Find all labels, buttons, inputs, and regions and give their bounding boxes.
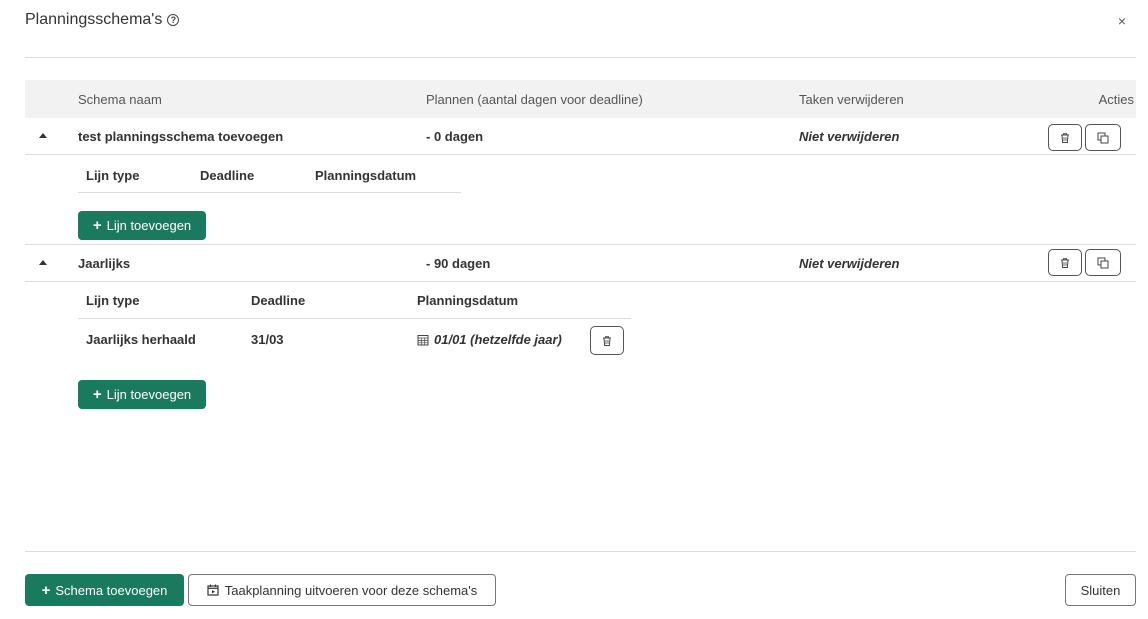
schema-name: Jaarlijks [78,256,131,271]
plus-icon: + [92,386,102,403]
table-header: Schema naam Plannen (aantal dagen voor d… [25,80,1136,118]
trash-icon [1061,257,1069,268]
run-planning-label: Taakplanning uitvoeren voor deze schema'… [224,582,478,598]
copy-icon [1097,132,1109,143]
sub-header-planning-date: Planningsdatum [417,293,519,308]
line-planning-cell[interactable]: 01/01 (hetzelfde jaar) [417,332,562,347]
help-icon[interactable]: ? [167,14,180,26]
schema-row: test planningsschema toevoegen - 0 dagen… [25,118,1136,155]
calendar-icon [417,334,429,345]
header-divider [25,57,1136,58]
plus-icon: + [92,217,102,234]
copy-schema-button[interactable] [1085,124,1121,151]
add-line-button[interactable]: + Lijn toevoegen [78,380,206,409]
collapse-caret-icon[interactable] [39,133,47,138]
close-button[interactable]: Sluiten [1065,574,1136,606]
line-deadline-cell: 31/03 [251,332,284,347]
modal-title: Planningsschema's ? [25,11,180,29]
add-schema-label: Schema toevoegen [55,582,168,598]
sub-header-divider [78,318,631,319]
schema-remove-setting[interactable]: Niet verwijderen [799,256,899,271]
schema-name: test planningsschema toevoegen [78,129,284,144]
sub-header-planning-date: Planningsdatum [315,168,417,183]
modal-title-text: Planningsschema's [25,11,163,28]
copy-schema-button[interactable] [1085,249,1121,276]
delete-line-button[interactable] [590,326,624,355]
sub-header-deadline: Deadline [200,168,255,183]
collapse-caret-icon[interactable] [39,260,47,265]
delete-schema-button[interactable] [1048,124,1082,151]
schema-days: - 90 dagen [426,256,491,271]
add-line-label: Lijn toevoegen [106,218,192,233]
run-planning-button[interactable]: Taakplanning uitvoeren voor deze schema'… [188,574,496,606]
column-header-remove: Taken verwijderen [799,92,904,107]
column-header-plan: Plannen (aantal dagen voor deadline) [426,92,643,107]
trash-icon [1061,132,1069,143]
trash-icon [603,335,611,346]
sub-header-line-type: Lijn type [86,168,140,183]
add-schema-button[interactable]: + Schema toevoegen [25,574,184,606]
plus-icon: + [41,581,51,599]
column-header-actions: Acties [1098,92,1134,107]
calendar-play-icon [207,584,219,596]
line-type-cell: Jaarlijks herhaald [86,332,196,347]
add-line-button[interactable]: + Lijn toevoegen [78,211,206,240]
schema-days: - 0 dagen [426,129,484,144]
copy-icon [1097,257,1109,268]
delete-schema-button[interactable] [1048,249,1082,276]
sub-header-line-type: Lijn type [86,293,140,308]
line-planning-text: 01/01 (hetzelfde jaar) [434,332,562,347]
close-icon[interactable]: × [1118,14,1126,28]
schema-remove-setting[interactable]: Niet verwijderen [799,129,899,144]
add-line-label: Lijn toevoegen [106,387,192,402]
sub-header-deadline: Deadline [251,293,306,308]
column-header-name: Schema naam [78,92,162,107]
sub-header-divider [78,192,461,193]
schema-row: Jaarlijks - 90 dagen Niet verwijderen [25,245,1136,282]
footer-divider [25,551,1136,552]
